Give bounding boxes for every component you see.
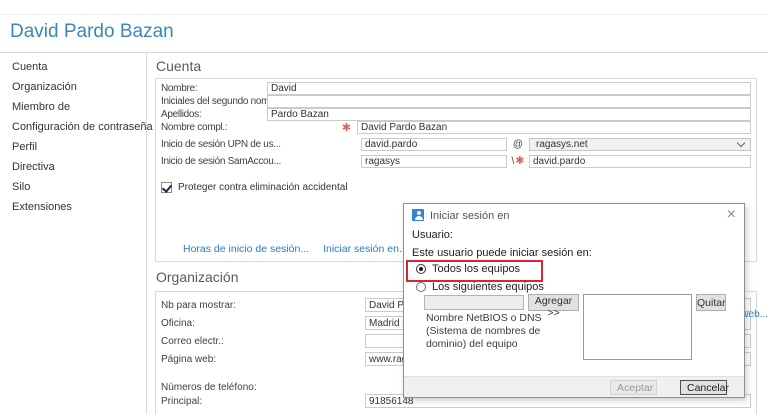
radio-following-computers[interactable] (416, 282, 426, 292)
upn-domain-dropdown[interactable]: ragasys.net (529, 138, 751, 151)
sidebar-item-extensiones[interactable]: Extensiones (0, 197, 146, 217)
sidebar-item-perfil[interactable]: Perfil (0, 137, 146, 157)
nombre-label: Nombre: (161, 83, 267, 94)
upn-user-input[interactable] (361, 138, 507, 151)
page-title: David Pardo Bazan (10, 21, 174, 43)
sidebar-item-configuracion-contrasena[interactable]: Configuración de contraseña (0, 117, 146, 137)
field-row-sam: Inicio de sesión SamAccou... \✱ (161, 155, 751, 168)
cancel-button[interactable]: Cancelar (680, 380, 727, 395)
backslash-separator: \✱ (507, 156, 529, 167)
sidebar-item-miembro-de[interactable]: Miembro de (0, 97, 146, 117)
radio-all-computers-label: Todos los equipos (432, 263, 520, 275)
user-icon (412, 209, 424, 221)
radio-row-all-computers[interactable]: Todos los equipos (416, 263, 520, 275)
field-row-upn: Inicio de sesión UPN de us... @ ragasys.… (161, 138, 751, 151)
hint-line-3: dominio) del equipo (426, 338, 542, 351)
dialog-user-label: Usuario: (412, 229, 453, 241)
iniciales-label: Iniciales del segundo nom... (161, 96, 267, 107)
upn-label: Inicio de sesión UPN de us... (161, 139, 361, 150)
sidebar-item-organizacion[interactable]: Organización (0, 77, 146, 97)
close-icon[interactable]: × (727, 205, 736, 225)
cuenta-section-heading: Cuenta (156, 58, 201, 74)
field-row-apellidos: Apellidos: (161, 108, 751, 121)
add-button[interactable]: Agregar >> (528, 294, 579, 311)
main-phone-label: Principal: (161, 396, 365, 407)
sidebar-item-directiva[interactable]: Directiva (0, 157, 146, 177)
protect-deletion-row: Proteger contra eliminación accidental (161, 181, 751, 194)
top-divider (0, 14, 768, 15)
apellidos-input[interactable] (267, 108, 751, 121)
sidebar-item-cuenta[interactable]: Cuenta (0, 57, 146, 77)
required-asterisk-icon: ✱ (515, 155, 524, 167)
at-separator: @ (507, 139, 529, 150)
computers-listbox[interactable] (583, 294, 692, 360)
upn-domain-value: ragasys.net (536, 139, 588, 150)
chevron-down-icon (737, 139, 745, 147)
logon-hours-link[interactable]: Horas de inicio de sesión... (183, 243, 309, 255)
nombre-completo-input[interactable] (357, 121, 751, 134)
sam-label: Inicio de sesión SamAccou... (161, 156, 361, 167)
sidebar-item-silo[interactable]: Silo (0, 177, 146, 197)
organizacion-section-heading: Organización (156, 269, 239, 285)
logon-to-link[interactable]: Iniciar sesión en... (323, 243, 408, 255)
hint-line-2: (Sistema de nombres de (426, 325, 542, 338)
email-label: Correo electr.: (161, 336, 365, 347)
radio-row-following-computers[interactable]: Los siguientes equipos (416, 281, 544, 293)
sam-user-input[interactable] (529, 155, 751, 168)
display-name-label: Nb para mostrar: (161, 300, 365, 311)
dialog-title: Iniciar sesión en (430, 210, 510, 222)
field-row-nombre: Nombre: (161, 82, 751, 95)
radio-following-computers-label: Los siguientes equipos (432, 281, 544, 293)
sam-domain-input[interactable] (361, 155, 507, 168)
nombre-completo-label: Nombre compl.: (161, 122, 227, 133)
dialog-prompt: Este usuario puede iniciar sesión en: (412, 247, 592, 259)
web-label: Página web: (161, 354, 365, 365)
nombre-completo-labelwrap: Nombre compl.: ✱ (161, 122, 357, 133)
computer-name-input[interactable] (424, 295, 524, 310)
office-label: Oficina: (161, 318, 365, 329)
accept-button[interactable]: Aceptar (610, 380, 657, 395)
required-asterisk-icon: ✱ (342, 123, 351, 133)
apellidos-label: Apellidos: (161, 109, 267, 120)
netbios-hint: Nombre NetBIOS o DNS (Sistema de nombres… (426, 312, 542, 351)
remove-button[interactable]: Quitar (696, 294, 726, 311)
logon-to-dialog: Iniciar sesión en × Usuario: Este usuari… (403, 203, 745, 398)
protect-deletion-checkbox[interactable] (161, 182, 172, 193)
radio-all-computers[interactable] (416, 264, 426, 274)
sidebar: Cuenta Organización Miembro de Configura… (0, 53, 147, 414)
field-row-nombre-completo: Nombre compl.: ✱ (161, 121, 751, 134)
adac-user-properties-window: David Pardo Bazan Cuenta Organización Mi… (0, 0, 768, 414)
nombre-input[interactable] (267, 82, 751, 95)
hint-line-1: Nombre NetBIOS o DNS (426, 312, 542, 325)
field-row-iniciales: Iniciales del segundo nom... (161, 95, 751, 108)
iniciales-input[interactable] (267, 95, 751, 108)
protect-deletion-label: Proteger contra eliminación accidental (178, 182, 348, 193)
